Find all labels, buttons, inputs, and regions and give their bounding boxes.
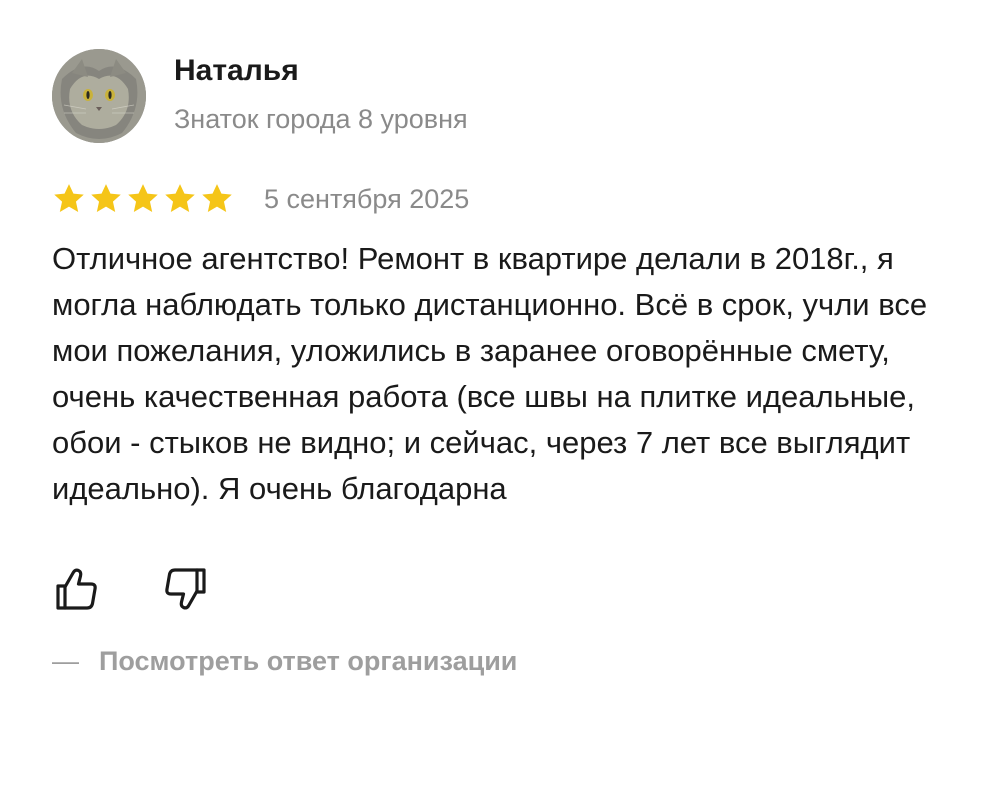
review-date: 5 сентября 2025 xyxy=(264,184,470,214)
star-rating xyxy=(52,183,234,215)
review-card: Наталья Знаток города 8 уровня 5 сентябр… xyxy=(52,48,972,677)
thumbs-down-icon xyxy=(165,568,206,610)
cat-photo-avatar-icon xyxy=(52,49,146,143)
view-org-reply-link[interactable]: — Посмотреть ответ организации xyxy=(52,646,972,677)
review-header: Наталья Знаток города 8 уровня xyxy=(52,48,972,144)
author-name[interactable]: Наталья xyxy=(174,52,468,90)
thumbs-up-icon xyxy=(56,568,97,610)
star-icon xyxy=(54,184,84,212)
review-meta: 5 сентября 2025 xyxy=(52,182,972,216)
avatar[interactable] xyxy=(52,49,146,143)
author-level: Знаток города 8 уровня xyxy=(174,104,468,134)
author-info: Наталья Знаток города 8 уровня xyxy=(174,54,468,136)
star-icon xyxy=(202,184,232,212)
review-text: Отличное агентство! Ремонт в квартире де… xyxy=(52,241,928,506)
star-icon xyxy=(91,184,121,212)
like-button[interactable] xyxy=(52,564,102,614)
star-icon xyxy=(165,184,195,212)
star-icon xyxy=(128,184,158,212)
reaction-bar xyxy=(52,564,972,614)
dislike-button[interactable] xyxy=(160,564,210,614)
org-reply-dash: — xyxy=(52,646,79,676)
org-reply-label: Посмотреть ответ организации xyxy=(99,646,518,676)
